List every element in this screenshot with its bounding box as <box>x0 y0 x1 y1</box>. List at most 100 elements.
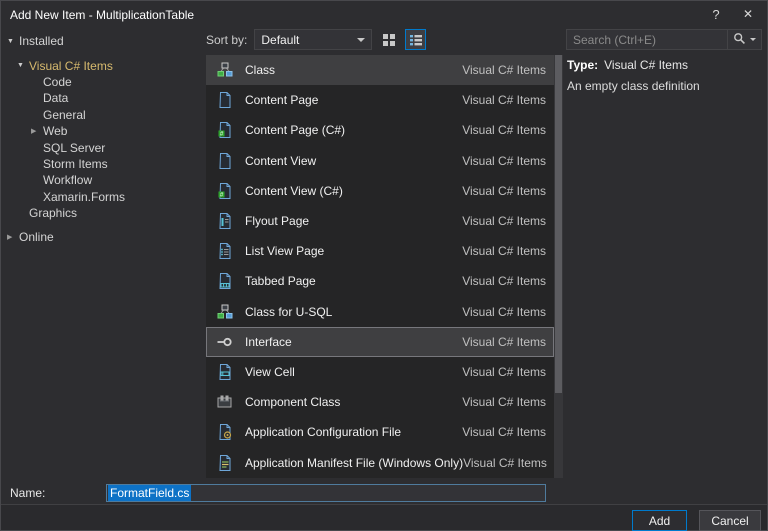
template-item-row[interactable]: # Content Page (C#) Visual C# Items <box>206 115 554 145</box>
sidebar-item-label: Graphics <box>29 206 77 220</box>
search-input[interactable]: Search (Ctrl+E) <box>566 29 762 50</box>
sidebar-item-label: Storm Items <box>43 157 108 171</box>
template-item-label: Content View <box>245 154 316 168</box>
cancel-button[interactable]: Cancel <box>699 510 761 531</box>
sidebar-item-label: SQL Server <box>43 141 105 155</box>
template-list: Class Visual C# Items Content Page Visua… <box>206 55 554 478</box>
template-item-icon <box>216 212 234 230</box>
type-label: Type: <box>567 58 598 72</box>
template-item-label: Class for U-SQL <box>245 305 332 319</box>
titlebar: Add New Item - MultiplicationTable ? ✕ <box>1 1 767 28</box>
sort-toolbar: Sort by: Default <box>206 29 426 50</box>
sidebar-item[interactable]: Workflow <box>3 172 203 188</box>
template-item-icon <box>216 152 234 170</box>
template-item-label: Component Class <box>245 395 340 409</box>
template-item-group: Visual C# Items <box>462 184 546 198</box>
template-item-group: Visual C# Items <box>462 244 546 258</box>
help-button[interactable]: ? <box>701 1 731 27</box>
sidebar-item[interactable]: Xamarin.Forms <box>3 189 203 205</box>
template-item-group: Visual C# Items <box>462 425 546 439</box>
sort-dropdown[interactable]: Default <box>254 29 372 50</box>
template-item-icon <box>216 363 234 381</box>
template-item-group: Visual C# Items <box>463 456 547 470</box>
template-item-label: Interface <box>245 335 292 349</box>
template-item-row[interactable]: Interface Visual C# Items <box>206 327 554 357</box>
template-item-group: Visual C# Items <box>462 63 546 77</box>
tree-expander-icon[interactable] <box>17 62 29 69</box>
sidebar-item[interactable]: Installed <box>3 33 203 49</box>
template-item-row[interactable]: Application Manifest File (Windows Only)… <box>206 447 554 477</box>
search-icon-group[interactable] <box>727 30 761 49</box>
template-item-label: Content View (C#) <box>245 184 343 198</box>
template-item-row[interactable]: Flyout Page Visual C# Items <box>206 206 554 236</box>
name-label: Name: <box>10 486 45 500</box>
template-item-label: View Cell <box>245 365 295 379</box>
template-item-icon <box>216 454 234 472</box>
chevron-down-icon <box>750 38 756 41</box>
template-item-label: Class <box>245 63 275 77</box>
template-item-row[interactable]: Content Page Visual C# Items <box>206 85 554 115</box>
template-item-row[interactable]: # Content View (C#) Visual C# Items <box>206 176 554 206</box>
scrollbar-thumb[interactable] <box>555 55 562 393</box>
item-description: An empty class definition <box>567 79 763 93</box>
sort-dropdown-value: Default <box>261 33 299 47</box>
sidebar-item-label: Xamarin.Forms <box>43 190 125 204</box>
add-button[interactable]: Add <box>632 510 687 531</box>
template-item-icon <box>216 242 234 260</box>
item-details-panel: Type:Visual C# Items An empty class defi… <box>567 58 763 93</box>
list-view-icon <box>409 33 423 47</box>
template-item-icon: # <box>216 121 234 139</box>
template-item-group: Visual C# Items <box>462 214 546 228</box>
template-item-row[interactable]: List View Page Visual C# Items <box>206 236 554 266</box>
sidebar-item[interactable]: Graphics <box>3 205 203 221</box>
template-item-label: Content Page <box>245 93 318 107</box>
sidebar-item-label: Code <box>43 75 72 89</box>
sidebar-item[interactable]: Online <box>3 229 203 245</box>
template-item-row[interactable]: Application Configuration File Visual C#… <box>206 417 554 447</box>
sidebar-item[interactable]: Web <box>3 123 203 139</box>
search-placeholder: Search (Ctrl+E) <box>567 30 727 49</box>
template-item-icon <box>216 61 234 79</box>
template-item-label: Application Configuration File <box>245 425 401 439</box>
template-item-group: Visual C# Items <box>462 365 546 379</box>
sidebar-item[interactable]: General <box>3 107 203 123</box>
chevron-down-icon <box>357 38 365 42</box>
name-input-value: FormatField.cs <box>108 485 191 501</box>
template-item-group: Visual C# Items <box>462 305 546 319</box>
template-item-label: Tabbed Page <box>245 274 316 288</box>
template-item-row[interactable]: Content View Visual C# Items <box>206 146 554 176</box>
sidebar-item-label: Web <box>43 124 67 138</box>
sidebar-item-label: General <box>43 108 86 122</box>
template-item-icon: # <box>216 182 234 200</box>
template-item-row[interactable]: View Cell Visual C# Items <box>206 357 554 387</box>
sidebar-item[interactable]: SQL Server <box>3 139 203 155</box>
sidebar-item-label: Visual C# Items <box>29 59 113 73</box>
small-icons-view-button[interactable] <box>378 29 399 50</box>
tree-expander-icon[interactable] <box>7 38 19 45</box>
template-item-group: Visual C# Items <box>462 335 546 349</box>
sidebar-item[interactable]: Storm Items <box>3 156 203 172</box>
type-line: Type:Visual C# Items <box>567 58 763 72</box>
template-item-icon <box>216 423 234 441</box>
template-item-group: Visual C# Items <box>462 123 546 137</box>
list-view-button[interactable] <box>405 29 426 50</box>
name-input[interactable]: FormatField.cs <box>106 484 546 502</box>
sidebar-item[interactable]: Data <box>3 90 203 106</box>
add-new-item-dialog: Add New Item - MultiplicationTable ? ✕ I… <box>0 0 768 531</box>
template-item-label: Flyout Page <box>245 214 309 228</box>
sidebar-item[interactable]: Code <box>3 74 203 90</box>
tree-expander-icon[interactable] <box>7 234 19 241</box>
tree-expander-icon[interactable] <box>31 128 43 135</box>
list-scrollbar[interactable] <box>554 55 563 478</box>
sidebar-item[interactable]: Visual C# Items <box>3 57 203 73</box>
template-item-group: Visual C# Items <box>462 395 546 409</box>
sidebar-item-label: Data <box>43 91 68 105</box>
template-item-label: Application Manifest File (Windows Only) <box>245 456 463 470</box>
sidebar-item-label: Installed <box>19 34 64 48</box>
template-item-row[interactable]: Class Visual C# Items <box>206 55 554 85</box>
template-item-icon <box>216 91 234 109</box>
template-item-row[interactable]: Tabbed Page Visual C# Items <box>206 266 554 296</box>
close-button[interactable]: ✕ <box>733 1 763 27</box>
template-item-row[interactable]: Component Class Visual C# Items <box>206 387 554 417</box>
template-item-row[interactable]: Class for U-SQL Visual C# Items <box>206 297 554 327</box>
